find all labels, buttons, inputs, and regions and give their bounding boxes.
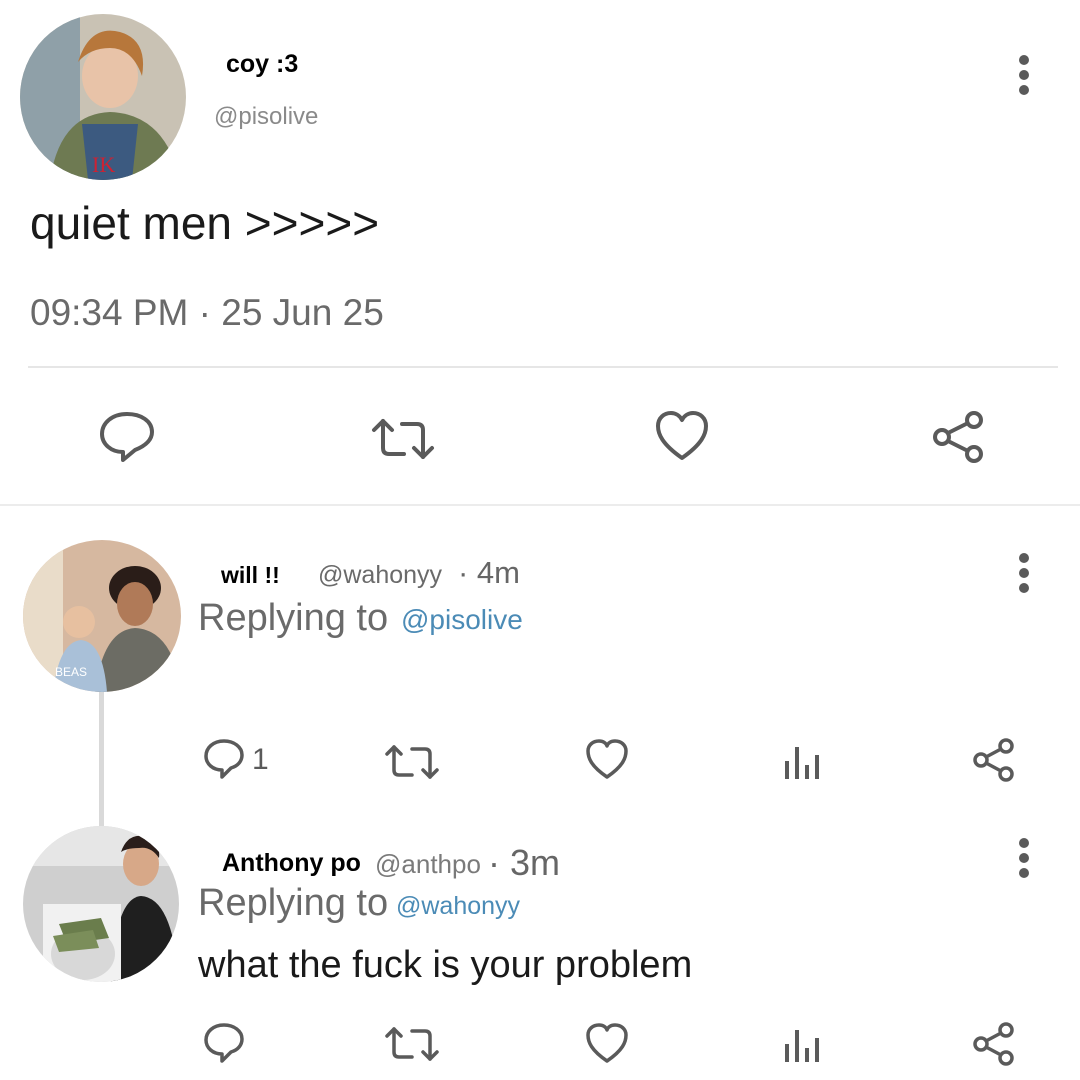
reply-handle[interactable]: @wahonyy — [318, 561, 442, 590]
replying-to-label: Replying to — [198, 597, 389, 639]
share-icon[interactable] — [972, 738, 1016, 782]
like-icon[interactable] — [585, 738, 629, 780]
analytics-icon[interactable] — [783, 745, 821, 779]
replying-to-mention[interactable]: @wahonyy — [396, 892, 520, 921]
divider — [28, 366, 1058, 368]
share-icon[interactable] — [930, 410, 986, 464]
reply-display-name[interactable]: Anthony po — [222, 849, 361, 878]
reply-count: 1 — [252, 743, 269, 776]
reply-display-name[interactable]: will !! — [221, 562, 280, 589]
like-icon[interactable] — [654, 410, 710, 462]
replying-to-mention[interactable]: @pisolive — [401, 604, 523, 636]
author-handle[interactable]: @pisolive — [214, 103, 318, 131]
like-icon[interactable] — [585, 1022, 629, 1064]
more-options-icon[interactable] — [1018, 55, 1030, 100]
tweet-text: quiet men >>>>> — [30, 197, 380, 249]
svg-text:BEAS: BEAS — [55, 665, 87, 679]
reply-avatar[interactable] — [23, 826, 179, 982]
reply-time: · 3m — [488, 842, 560, 883]
replying-to-label: Replying to — [198, 882, 389, 924]
reply-icon[interactable] — [98, 410, 156, 464]
retweet-icon[interactable] — [384, 743, 440, 781]
thread-line — [99, 690, 104, 826]
divider — [0, 504, 1080, 506]
more-options-icon[interactable] — [1018, 838, 1030, 883]
reply-time: · 4m — [458, 555, 520, 590]
reply-avatar[interactable]: BEAS — [23, 540, 181, 692]
author-avatar[interactable]: IK — [20, 14, 186, 180]
more-options-icon[interactable] — [1018, 553, 1030, 598]
retweet-icon[interactable] — [384, 1025, 440, 1063]
reply-handle[interactable]: @anthpo — [375, 849, 481, 880]
reply-icon[interactable] — [203, 1022, 245, 1064]
author-display-name[interactable]: coy :3 — [226, 50, 298, 79]
reply-icon[interactable] — [203, 738, 245, 780]
tweet-timestamp: 09:34 PM · 25 Jun 25 — [30, 292, 384, 333]
share-icon[interactable] — [972, 1022, 1016, 1066]
svg-text:IK: IK — [92, 152, 115, 177]
reply-text: what the fuck is your problem — [198, 944, 693, 986]
retweet-icon[interactable] — [370, 416, 436, 462]
analytics-icon[interactable] — [783, 1028, 821, 1062]
